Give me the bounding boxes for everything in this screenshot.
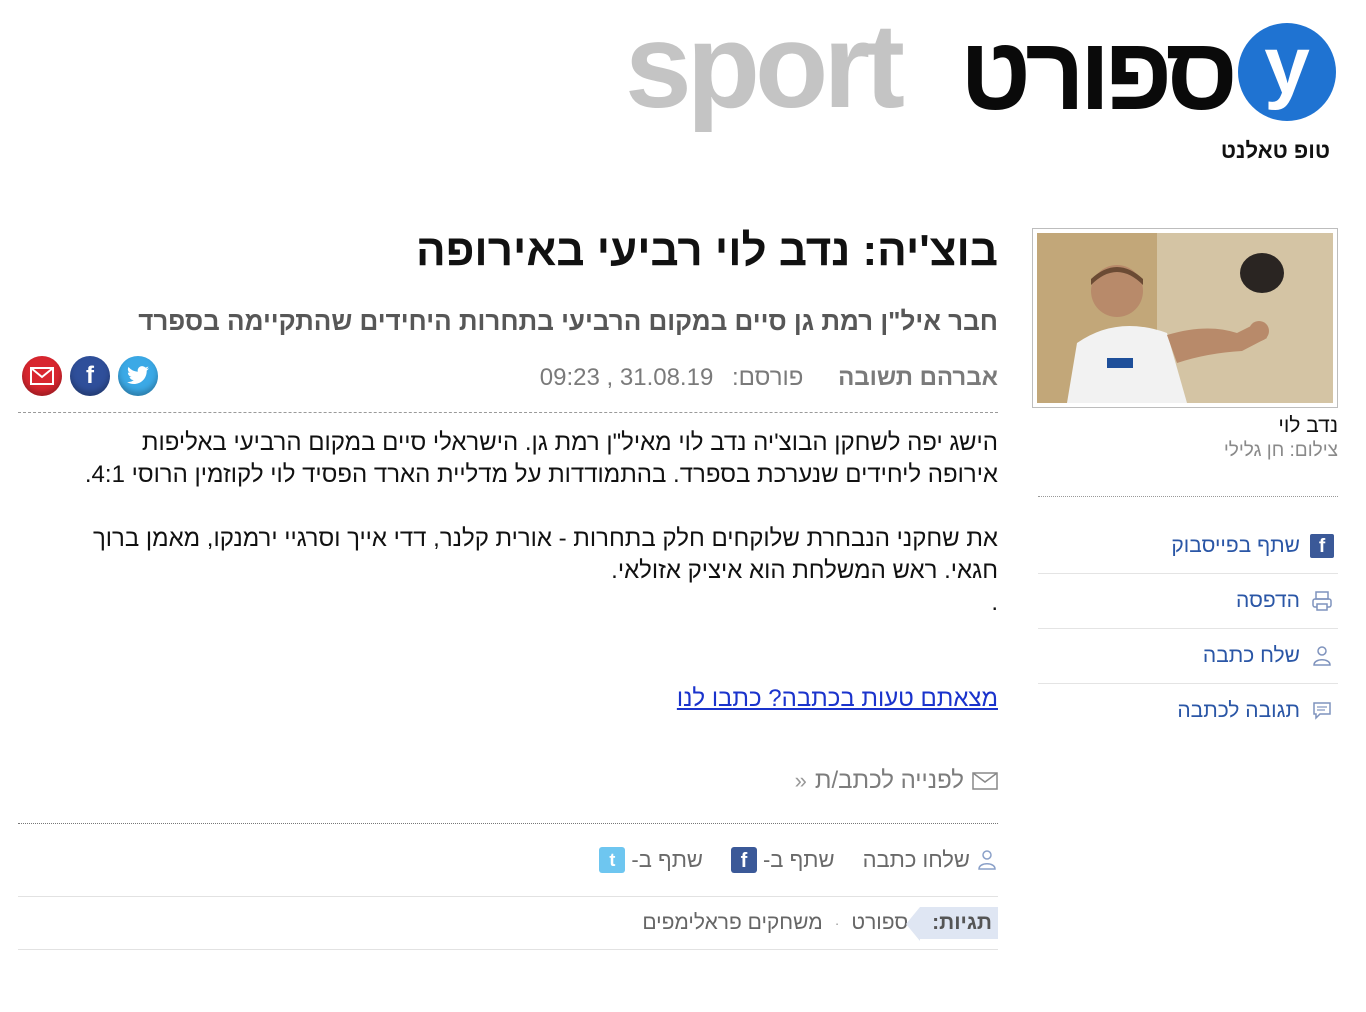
tags-row: תגיות: ספורט · משחקים פראלימפים	[18, 897, 998, 950]
article-photo[interactable]	[1037, 233, 1333, 403]
share-twitter-label: שתף ב-	[631, 847, 703, 872]
tags-label: תגיות:	[906, 907, 998, 941]
article-sidebar: נדב לוי צילום: חן גלילי f שתף בפייסבוק ה…	[1032, 228, 1338, 738]
divider	[1038, 496, 1338, 497]
article-headline: בוצ'יה: נדב לוי רביעי באירופה	[416, 226, 998, 275]
paragraph: הישג יפה לשחקן הבוצ'יה נדב לוי מאיל"ן רמ…	[84, 429, 998, 488]
person-icon	[978, 850, 996, 870]
byline: אברהם תשובה פורסם: 31.08.19 , 09:23	[540, 364, 998, 392]
envelope-icon	[972, 772, 998, 790]
author-name[interactable]: אברהם תשובה	[838, 364, 998, 391]
sidebar-actions-menu: f שתף בפייסבוק הדפסה שלח כתבה תגובה לכתב…	[1038, 519, 1338, 738]
sidebar-item-comment[interactable]: תגובה לכתבה	[1038, 684, 1338, 738]
share-twitter-button[interactable]: שתף ב- t	[599, 847, 703, 873]
share-row: שלחו כתבה שתף ב- f שתף ב- t	[18, 824, 998, 897]
sidebar-item-label: שלח כתבה	[1202, 644, 1300, 667]
logo-hebrew-wordmark: ספורט	[959, 16, 1238, 132]
social-share-circles: f	[22, 356, 158, 396]
facebook-icon[interactable]: f	[70, 356, 110, 396]
send-article-label: שלחו כתבה	[862, 847, 970, 872]
photo-credit: צילום: חן גלילי	[1223, 440, 1338, 461]
article-body: הישג יפה לשחקן הבוצ'יה נדב לוי מאיל"ן רמ…	[18, 427, 998, 619]
article-page: y ספורט sport טופ טאלנט בוצ'יה: נדב לוי …	[0, 0, 1366, 1012]
send-article-button[interactable]: שלחו כתבה	[863, 847, 998, 873]
contact-writer-link[interactable]: לפנייה לכתב/ת «	[18, 767, 998, 795]
article-main: בוצ'יה: נדב לוי רביעי באירופה חבר איל"ן …	[18, 220, 998, 950]
sidebar-item-share-facebook[interactable]: f שתף בפייסבוק	[1038, 519, 1338, 574]
twitter-icon: t	[599, 847, 626, 873]
person-icon	[1310, 644, 1334, 668]
tag-separator: ·	[834, 915, 840, 931]
tag-link[interactable]: משחקים פראלימפים	[642, 911, 822, 935]
facebook-icon: f	[730, 847, 757, 873]
section-title[interactable]: טופ טאלנט	[1221, 138, 1330, 164]
mail-icon[interactable]	[22, 356, 62, 396]
share-facebook-label: שתף ב-	[762, 847, 835, 872]
sidebar-item-label: שתף בפייסבוק	[1171, 534, 1300, 557]
double-chevron-icon: «	[794, 768, 807, 793]
logo-latin-wordmark: sport	[625, 0, 905, 133]
contact-writer-label: לפנייה לכתב/ת	[814, 767, 964, 794]
article-photo-frame	[1032, 228, 1338, 408]
sidebar-item-label: הדפסה	[1235, 589, 1300, 612]
site-logo[interactable]: y ספורט sport	[616, 0, 1336, 138]
photo-caption: נדב לוי	[1278, 414, 1338, 437]
comment-icon	[1310, 699, 1334, 723]
share-facebook-button[interactable]: שתף ב- f	[730, 847, 835, 873]
trailing-dot: .	[991, 589, 998, 616]
twitter-icon[interactable]	[118, 356, 158, 396]
byline-row: אברהם תשובה פורסם: 31.08.19 , 09:23 f	[18, 352, 998, 413]
paragraph: את שחקני הנבחרת שלוקחים חלק בתחרות - אור…	[92, 525, 998, 584]
print-icon	[1310, 589, 1334, 613]
report-error-link[interactable]: מצאתם טעות בכתבה? כתבו לנו	[18, 685, 998, 713]
tag-link[interactable]: ספורט	[851, 911, 908, 935]
logo-badge: y	[1238, 23, 1336, 121]
sidebar-item-label: תגובה לכתבה	[1177, 699, 1300, 722]
sidebar-item-send-article[interactable]: שלח כתבה	[1038, 629, 1338, 684]
sidebar-item-print[interactable]: הדפסה	[1038, 574, 1338, 629]
player-photo-illustration	[1037, 233, 1333, 403]
article-subheadline: חבר איל"ן רמת גן סיים במקום הרביעי בתחרו…	[138, 306, 998, 336]
publish-date: 31.08.19 , 09:23	[539, 364, 714, 391]
facebook-icon: f	[1310, 534, 1334, 558]
published-label: פורסם:	[731, 364, 804, 391]
